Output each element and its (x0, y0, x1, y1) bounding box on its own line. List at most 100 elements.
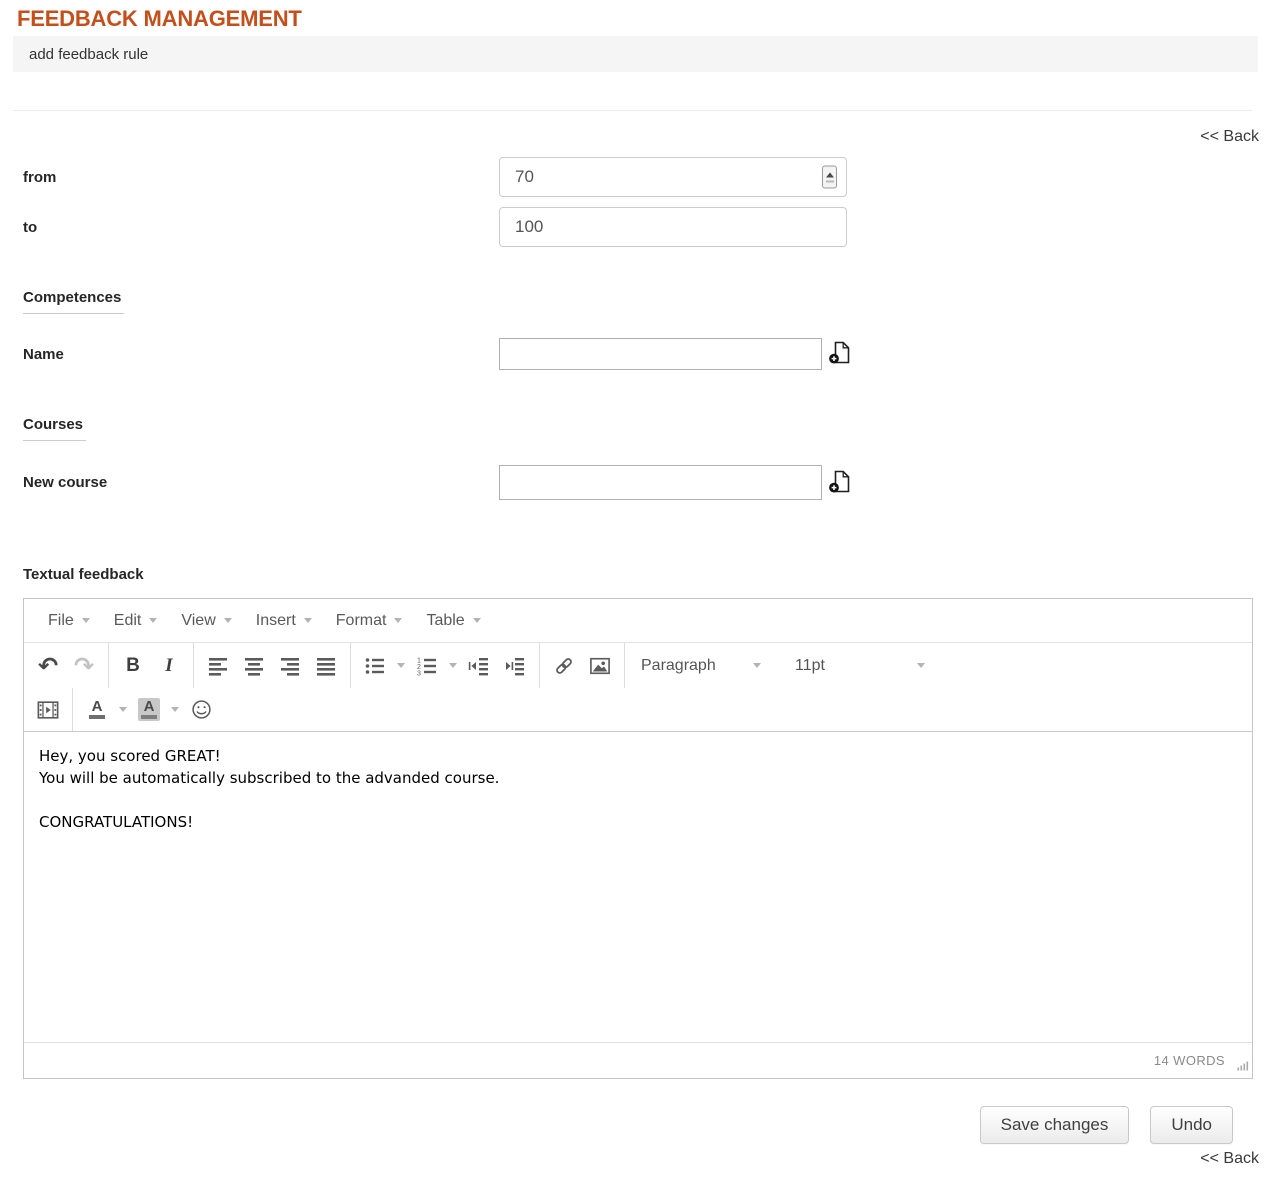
breadcrumb: add feedback rule (29, 46, 148, 63)
undo-button[interactable]: Undo (1150, 1106, 1233, 1144)
font-size-value: 11pt (795, 657, 825, 675)
resize-grip-icon[interactable] (1237, 1059, 1249, 1074)
editor-menubar: File Edit View Insert Format Table (24, 599, 1252, 643)
italic-icon[interactable]: I (151, 650, 187, 681)
menu-file-label: File (48, 612, 74, 630)
menu-insert-label: Insert (256, 612, 296, 630)
media-group (24, 688, 73, 731)
chevron-down-icon (304, 618, 312, 623)
format-selects-group: Paragraph 11pt (625, 643, 941, 688)
color-emoticon-group: A A (73, 688, 225, 731)
chevron-down-icon (753, 663, 761, 668)
chevron-down-icon (149, 618, 157, 623)
from-row: from (0, 157, 1265, 197)
to-label: to (0, 219, 499, 236)
numbered-list-caret-icon[interactable] (445, 650, 461, 681)
indent-icon[interactable] (497, 650, 533, 681)
number-spinner-icon[interactable] (822, 166, 837, 189)
rich-text-editor: File Edit View Insert Format Table ↶ ↷ (23, 598, 1253, 1079)
menu-view[interactable]: View (169, 599, 243, 642)
to-input-wrap (499, 207, 847, 247)
background-color-caret-icon[interactable] (167, 694, 183, 725)
new-course-input[interactable] (499, 465, 822, 500)
chevron-down-icon (224, 618, 232, 623)
breadcrumb-bar: add feedback rule (13, 36, 1258, 72)
editor-toolbar-row1: ↶ ↷ B I 123 (24, 643, 1252, 688)
editor-toolbar-row2: A A (24, 688, 1252, 731)
emoticon-icon[interactable] (183, 694, 219, 725)
redo-icon[interactable]: ↷ (66, 650, 102, 681)
action-buttons-row: Save changes Undo (0, 1106, 1233, 1144)
textual-feedback-label: Textual feedback (23, 566, 1265, 583)
bullet-list-caret-icon[interactable] (393, 650, 409, 681)
spinner-down-arrow-icon[interactable] (826, 180, 834, 182)
name-row: Name (0, 338, 1265, 370)
editor-content-area[interactable]: Hey, you scored GREAT! You will be autom… (24, 731, 1252, 1042)
paragraph-style-value: Paragraph (641, 657, 716, 675)
insert-image-icon[interactable] (582, 650, 618, 681)
menu-view-label: View (181, 612, 215, 630)
text-color-caret-icon[interactable] (115, 694, 131, 725)
svg-text:3: 3 (417, 670, 421, 676)
align-center-icon[interactable] (236, 650, 272, 681)
bold-icon[interactable]: B (115, 650, 151, 681)
from-label: from (0, 169, 499, 186)
to-input[interactable] (499, 207, 847, 247)
chevron-down-icon (473, 618, 481, 623)
menu-table[interactable]: Table (414, 599, 492, 642)
menu-insert[interactable]: Insert (244, 599, 324, 642)
align-left-icon[interactable] (200, 650, 236, 681)
name-label: Name (0, 346, 499, 363)
save-changes-button[interactable]: Save changes (980, 1106, 1130, 1144)
link-image-group (540, 643, 625, 688)
add-document-icon (829, 470, 850, 496)
background-color-icon[interactable]: A (131, 694, 167, 725)
alignment-group (194, 643, 351, 688)
from-input[interactable] (499, 157, 847, 197)
menu-file[interactable]: File (36, 599, 102, 642)
header-divider (13, 110, 1252, 111)
competence-name-input[interactable] (499, 338, 822, 370)
text-color-icon[interactable]: A (79, 694, 115, 725)
word-count: 14 WORDS (1154, 1053, 1225, 1068)
align-justify-icon[interactable] (308, 650, 344, 681)
bullet-list-icon[interactable] (357, 650, 393, 681)
back-link-top[interactable]: << Back (0, 128, 1259, 146)
add-competence-button[interactable] (829, 341, 850, 367)
align-right-icon[interactable] (272, 650, 308, 681)
insert-link-icon[interactable] (546, 650, 582, 681)
paragraph-style-dropdown[interactable]: Paragraph (631, 657, 771, 675)
add-course-button[interactable] (829, 470, 850, 496)
chevron-down-icon (917, 663, 925, 668)
undo-redo-group: ↶ ↷ (24, 643, 109, 688)
menu-table-label: Table (426, 612, 464, 630)
to-row: to (0, 207, 1265, 247)
editor-text-line: CONGRATULATIONS! (39, 811, 1237, 833)
numbered-list-icon[interactable]: 123 (409, 650, 445, 681)
bold-italic-group: B I (109, 643, 194, 688)
new-course-row: New course (0, 465, 1265, 500)
chevron-down-icon (394, 618, 402, 623)
new-course-label: New course (0, 474, 499, 491)
editor-text-line: Hey, you scored GREAT! (39, 745, 1237, 767)
editor-text-line: You will be automatically subscribed to … (39, 767, 1237, 789)
back-link-bottom[interactable]: << Back (0, 1150, 1259, 1168)
page-title: FEEDBACK MANAGEMENT (17, 6, 1265, 32)
undo-icon[interactable]: ↶ (30, 650, 66, 681)
menu-edit[interactable]: Edit (102, 599, 170, 642)
list-indent-group: 123 (351, 643, 540, 688)
insert-media-icon[interactable] (30, 694, 66, 725)
outdent-icon[interactable] (461, 650, 497, 681)
spinner-up-arrow-icon[interactable] (826, 172, 834, 177)
menu-format[interactable]: Format (324, 599, 415, 642)
editor-text-line (39, 789, 1237, 811)
courses-heading: Courses (23, 416, 86, 441)
competences-heading: Competences (23, 289, 124, 314)
from-input-wrap (499, 157, 847, 197)
font-size-dropdown[interactable]: 11pt (785, 657, 935, 675)
menu-edit-label: Edit (114, 612, 142, 630)
chevron-down-icon (82, 618, 90, 623)
add-document-icon (829, 341, 850, 367)
menu-format-label: Format (336, 612, 387, 630)
editor-statusbar: 14 WORDS (24, 1042, 1252, 1078)
